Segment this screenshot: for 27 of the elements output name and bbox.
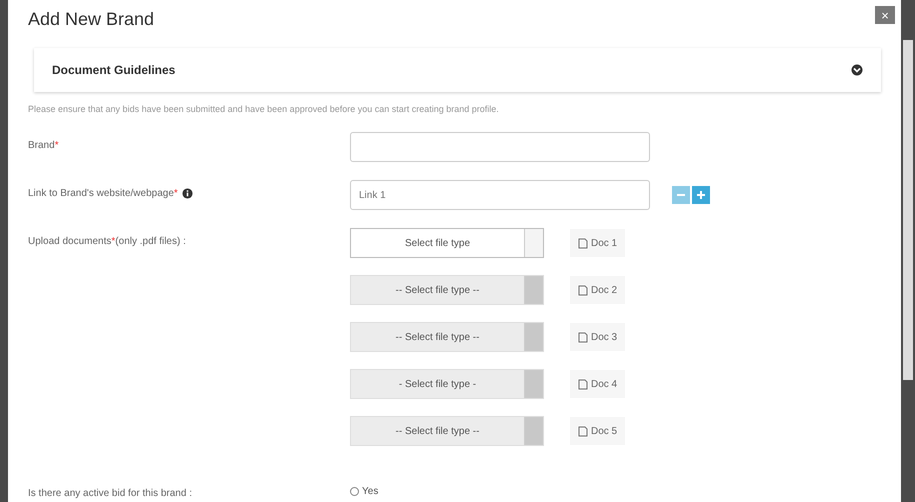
notice-text: Please ensure that any bids have been submitted and have been approved before you can start creating brand profile. [28,104,500,114]
panel-title: Document Guidelines [52,63,176,77]
scrollbar[interactable] [903,40,913,380]
field-label: Link to Brand's website/webpage* [28,188,178,199]
plus-icon [697,191,705,199]
add-link-button[interactable] [692,186,710,204]
radio-button[interactable] [350,487,359,496]
document-button[interactable]: Doc 1 [570,229,626,257]
guidelines-panel[interactable]: Document Guidelines [34,48,881,92]
file-icon [578,238,588,248]
field-label: Brand* [28,140,59,151]
link-input[interactable]: Link 1 [350,180,650,210]
file-icon [578,284,588,296]
modal-title: Add New Brand [28,8,154,30]
info-icon [182,188,193,199]
file-type-select[interactable]: Select file type [350,228,544,258]
toggle-icon[interactable] [851,64,863,76]
minus-icon [677,191,685,199]
radio-label: Yes [362,486,378,497]
close-button[interactable]: × [875,6,895,24]
field-label: Upload documents*(only .pdf files) : [28,236,186,247]
field-label: Is there any active bid for this brand : [28,488,192,499]
file-icon [578,426,588,436]
remove-link-button[interactable] [672,186,690,204]
file-icon [578,332,588,342]
file-icon [578,378,588,390]
brand-input[interactable] [350,132,650,162]
